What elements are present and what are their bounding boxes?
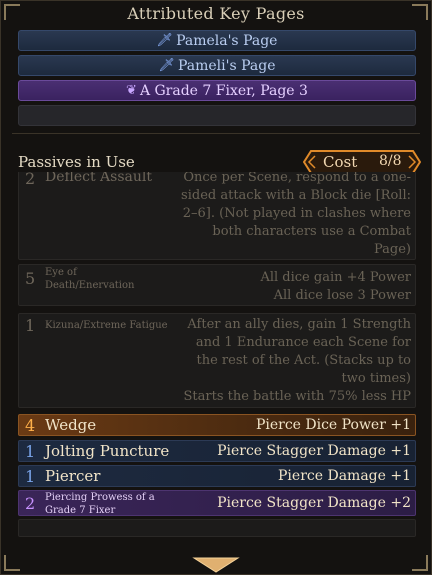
passives-header: Passives in Use Cost 8/8: [0, 150, 432, 174]
passive-row-piercer[interactable]: 1 Piercer Pierce Damage +1: [18, 465, 416, 487]
key-page-label: A Grade 7 Fixer, Page 3: [139, 82, 308, 99]
corner-ornament: [412, 555, 428, 571]
passive-row[interactable]: 5 Eye of Death/Enervation All dice gain …: [18, 264, 416, 306]
passive-cost: 5: [25, 269, 36, 288]
passive-name: Piercing Prowess of a Grade 7 Fixer: [45, 492, 155, 516]
passive-cost: 1: [25, 467, 36, 486]
passive-description: Pierce Stagger Damage +1: [217, 443, 411, 459]
passive-cost: 1: [25, 442, 36, 461]
scroll-down-arrow-icon[interactable]: [190, 556, 242, 574]
passive-name: Piercer: [45, 467, 101, 485]
passive-description: After an ally dies, gain 1 Strength and …: [183, 317, 412, 404]
blade-icon: 🗡: [158, 58, 175, 73]
passive-cost: 4: [25, 416, 36, 435]
key-page-grade7-fixer[interactable]: ❦ A Grade 7 Fixer, Page 3: [18, 80, 416, 101]
key-page-label: Pameli's Page: [177, 57, 276, 74]
passive-name: Jolting Puncture: [45, 442, 170, 460]
passive-name: Eye of Death/Enervation: [45, 267, 135, 291]
passives-title: Passives in Use: [18, 153, 135, 171]
passive-row-piercing-prowess[interactable]: 2 Piercing Prowess of a Grade 7 Fixer Pi…: [18, 490, 416, 516]
passive-name: Kizuna/Extreme Fatigue: [45, 320, 168, 331]
cost-indicator: Cost 8/8: [303, 150, 421, 174]
passive-name: Deflect Assault: [45, 172, 152, 185]
key-pages-title: Attributed Key Pages: [127, 4, 305, 23]
key-page-label: Pamela's Page: [176, 32, 278, 49]
blade-icon: 🗡: [156, 33, 174, 48]
cost-value: 8/8: [379, 153, 402, 169]
passive-row-wedge[interactable]: 4 Wedge Pierce Dice Power +1: [18, 414, 416, 436]
fixer-icon: ❦: [126, 83, 137, 98]
passives-list[interactable]: 2 Deflect Assault Once per Scene, respon…: [18, 172, 416, 537]
passive-row[interactable]: 2 Deflect Assault Once per Scene, respon…: [18, 172, 416, 260]
key-page-pamela[interactable]: 🗡 Pamela's Page: [18, 30, 416, 51]
key-page-pameli[interactable]: 🗡 Pameli's Page: [18, 55, 416, 76]
passive-description: Pierce Damage +1: [278, 468, 411, 484]
passive-cost: 2: [25, 172, 36, 188]
cost-frame-icon: [303, 150, 421, 174]
passive-cost: 1: [25, 316, 36, 335]
passive-cost: 2: [25, 494, 36, 513]
passive-name: Wedge: [45, 416, 97, 434]
passive-row-empty[interactable]: [18, 519, 416, 537]
passive-description: Once per Scene, respond to a one- sided …: [181, 172, 411, 257]
corner-ornament: [4, 555, 20, 571]
passive-description: Pierce Stagger Damage +2: [217, 495, 411, 511]
passive-description: All dice gain +4 Power All dice lose 3 P…: [260, 270, 411, 303]
cost-label: Cost: [323, 153, 358, 171]
passive-row-jolting-puncture[interactable]: 1 Jolting Puncture Pierce Stagger Damage…: [18, 440, 416, 462]
key-page-empty-slot[interactable]: [18, 105, 416, 126]
divider: [12, 133, 420, 134]
passive-row[interactable]: 1 Kizuna/Extreme Fatigue After an ally d…: [18, 313, 416, 408]
passive-description: Pierce Dice Power +1: [255, 417, 411, 433]
